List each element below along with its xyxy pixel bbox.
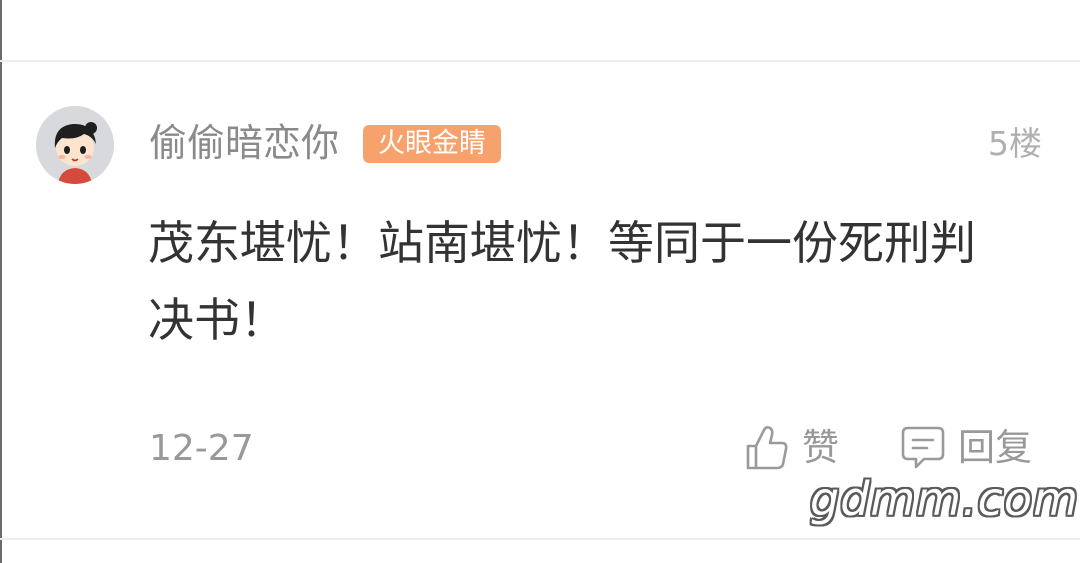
floor-number: 5楼 bbox=[988, 124, 1042, 163]
cartoon-avatar-icon bbox=[36, 106, 114, 184]
comment-date: 12-27 bbox=[149, 428, 254, 469]
user-avatar[interactable] bbox=[36, 106, 114, 184]
comment-page: 偷偷暗恋你 火眼金睛 5楼 茂东堪忧！站南堪忧！等同于一份死刑判决书！ 12-2… bbox=[0, 0, 1080, 563]
like-button[interactable]: 赞 bbox=[744, 422, 839, 474]
thumbs-up-icon bbox=[744, 422, 790, 474]
top-divider bbox=[0, 60, 1080, 62]
username[interactable]: 偷偷暗恋你 bbox=[149, 118, 339, 168]
like-label: 赞 bbox=[802, 426, 839, 469]
reply-label: 回复 bbox=[958, 426, 1032, 469]
comment-text: 茂东堪忧！站南堪忧！等同于一份死刑判决书！ bbox=[148, 216, 976, 347]
bottom-divider bbox=[0, 538, 1080, 540]
user-title-badge: 火眼金睛 bbox=[363, 125, 501, 163]
site-watermark: gdmm.com bbox=[810, 472, 1079, 526]
reply-button[interactable]: 回复 bbox=[900, 422, 1032, 474]
left-edge-line bbox=[0, 0, 2, 563]
comment-bubble-icon bbox=[900, 422, 946, 474]
